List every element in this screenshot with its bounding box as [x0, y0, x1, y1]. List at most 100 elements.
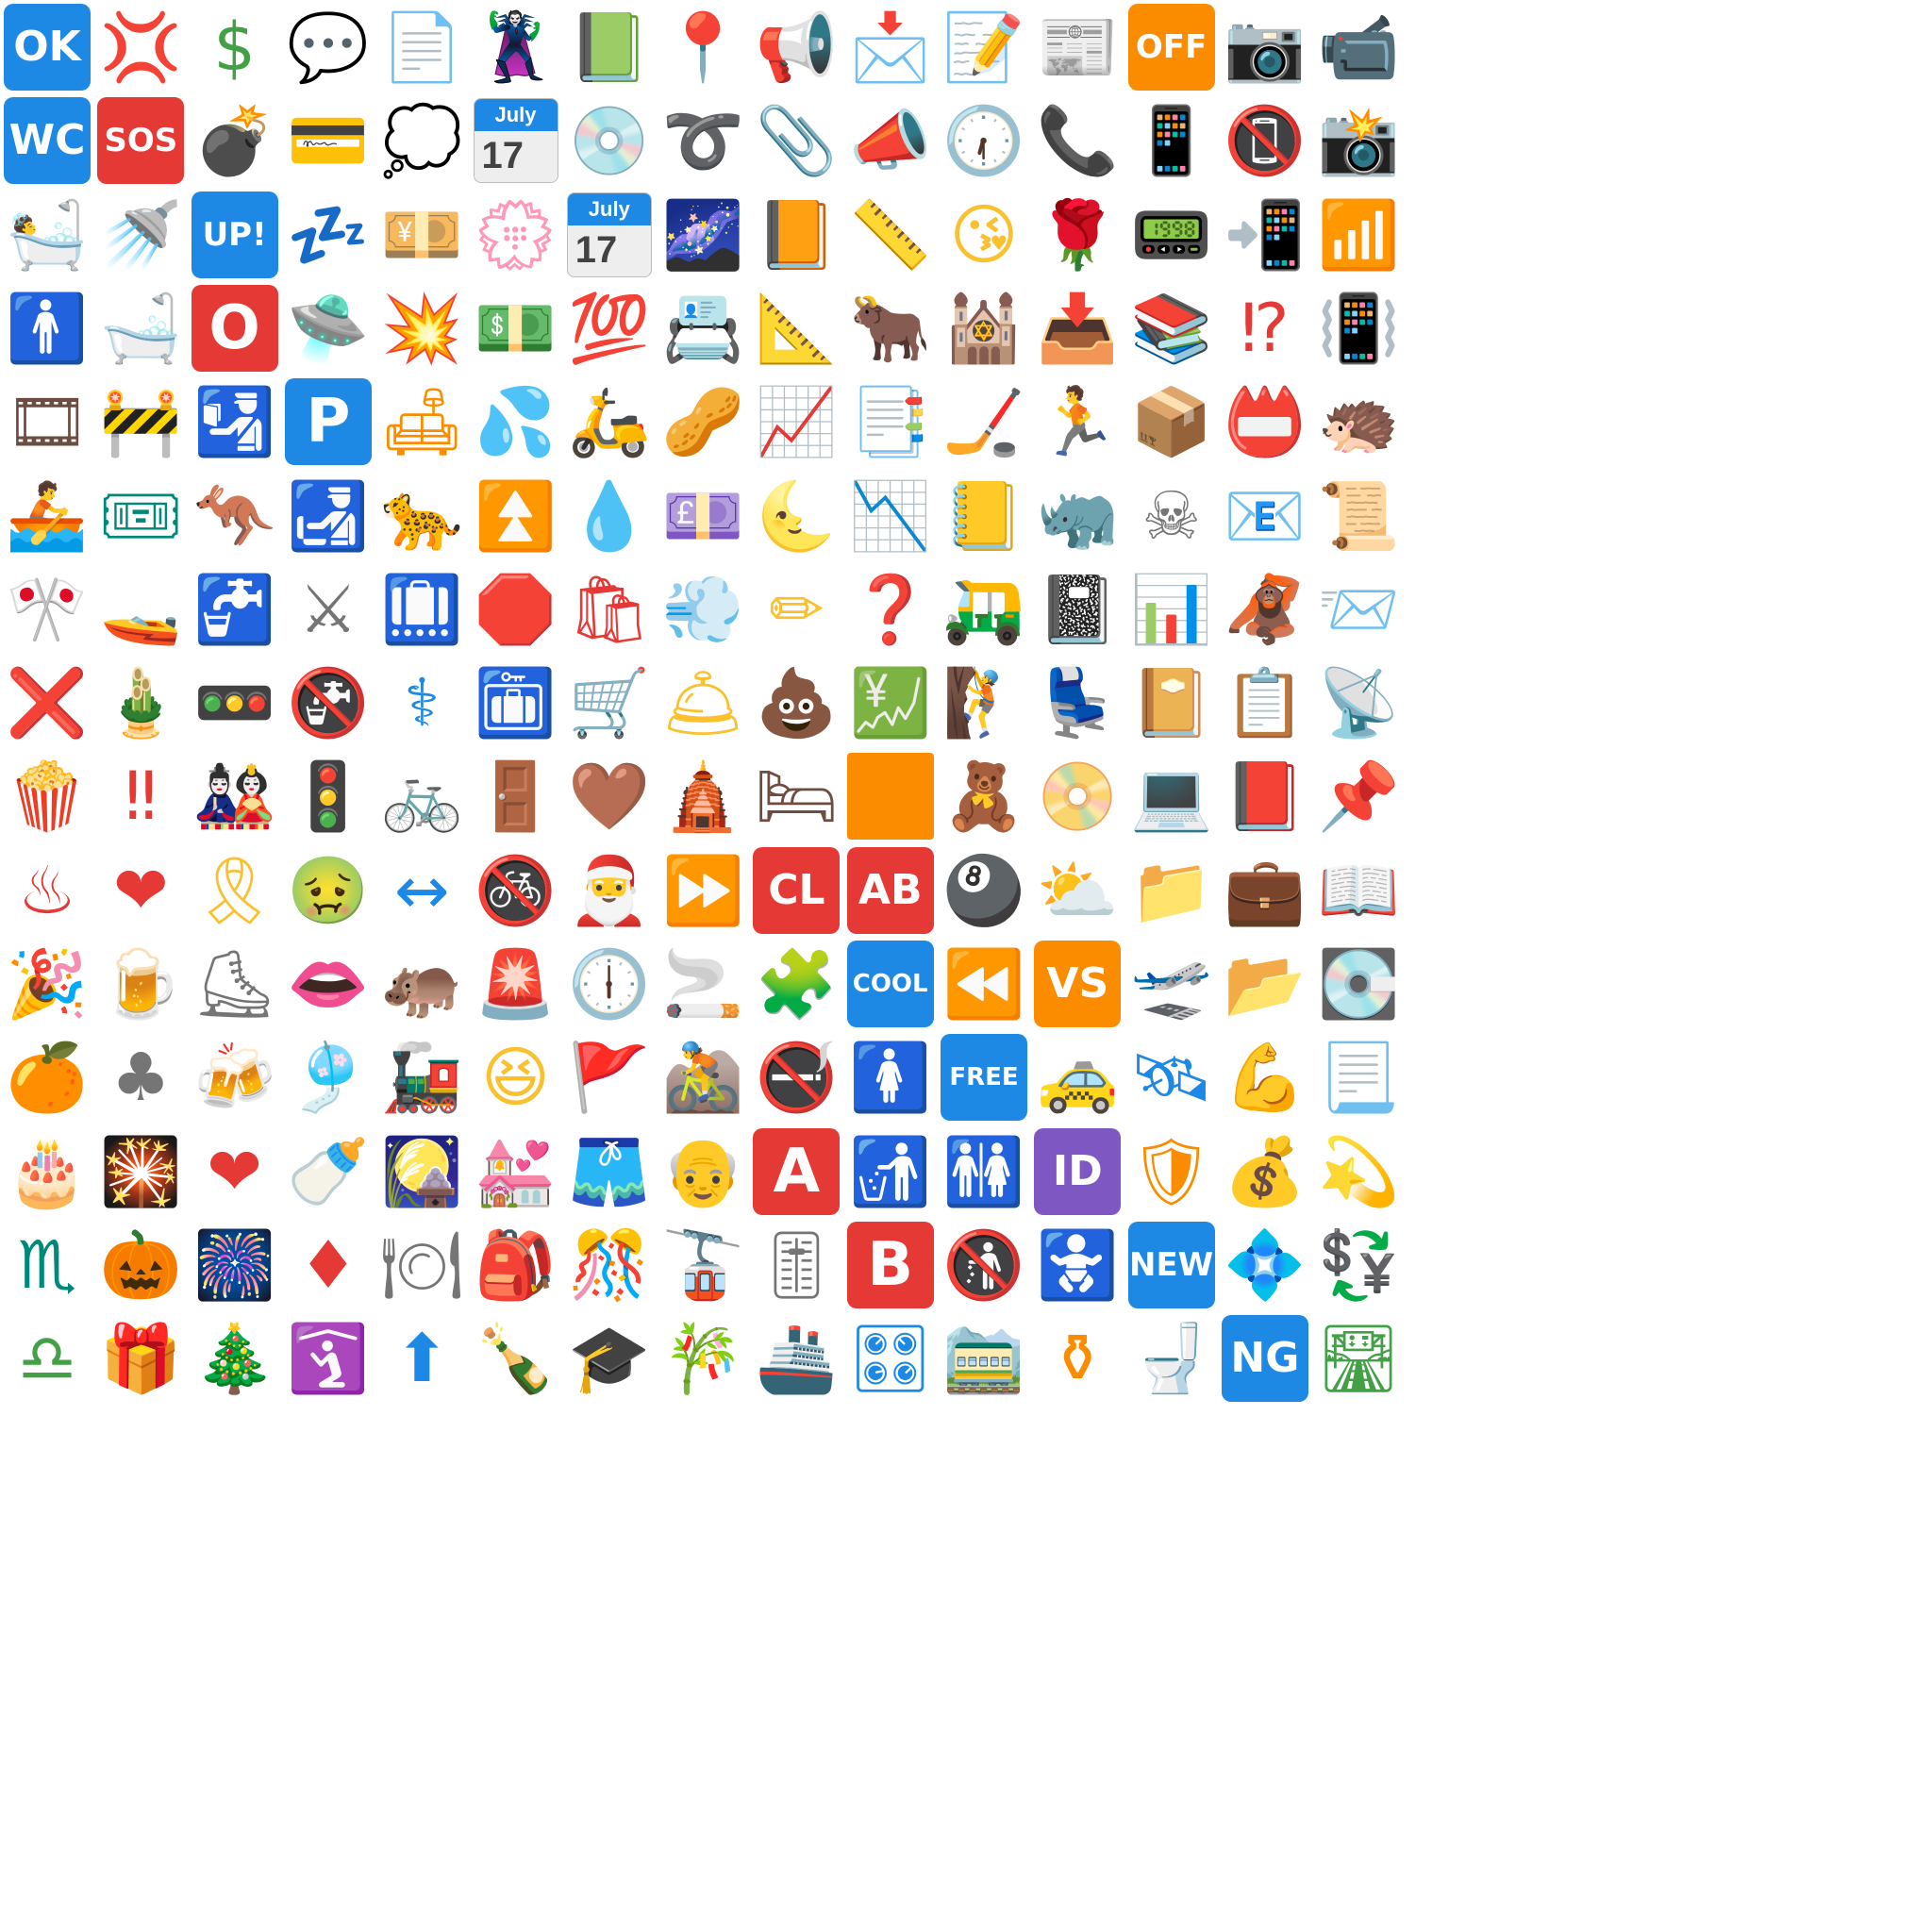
pound-banknote-icon: 💷: [659, 473, 746, 559]
funeral-urn-icon-glyph: ⚱: [1049, 1320, 1106, 1398]
couch-and-lamp-icon: 🛋: [378, 378, 465, 465]
ruler-icon-glyph: 📏: [849, 195, 932, 274]
film-frames-icon-glyph: 🎞: [5, 383, 90, 461]
calendar-icon: July 17: [566, 192, 653, 278]
grinning-squinting-face-icon: 😆: [473, 1034, 559, 1121]
customs-icon: 🛃: [285, 473, 372, 559]
page-icon-glyph: 📄: [380, 8, 463, 86]
ufo-icon-glyph: 🛸: [287, 289, 370, 367]
dashing-away-icon-glyph: 💨: [661, 570, 744, 648]
old-man-icon-glyph: 👴: [661, 1132, 744, 1210]
bottle-popping-cork-icon-glyph: 🍾: [474, 1320, 558, 1398]
teddy-bear-icon-glyph: 🧸: [942, 758, 1025, 836]
page-icon: 📄: [378, 4, 465, 91]
telephone-receiver-icon: 📞: [1034, 97, 1121, 184]
horizontal-traffic-light-icon: 🚥: [192, 659, 278, 746]
ok-button-label: OK: [4, 4, 91, 91]
e-mail-icon: 📧: [1222, 473, 1308, 559]
popcorn-icon-glyph: 🍿: [6, 758, 89, 836]
megaphone-icon: 📢: [753, 4, 840, 91]
taxi-icon: 🚕: [1034, 1034, 1121, 1121]
bookmark-tabs-icon-glyph: 📑: [849, 383, 932, 461]
seat-icon-glyph: 💺: [1036, 664, 1119, 742]
diamond-suit-icon-glyph: ♦: [298, 1225, 358, 1304]
paperclip-icon-glyph: 📎: [755, 102, 838, 180]
ox-icon: 🐂: [847, 285, 934, 372]
milky-way-icon-glyph: 🌌: [661, 195, 744, 274]
nauseated-face-icon: 🤢: [285, 847, 372, 934]
money-bag-icon: 💰: [1222, 1128, 1308, 1215]
medical-symbol-icon-glyph: ⚕: [404, 664, 441, 742]
yen-banknote-icon-glyph: 💴: [380, 195, 463, 274]
person-rowing-boat-icon-glyph: 🚣: [6, 476, 89, 555]
teddy-bear-icon: 🧸: [941, 753, 1027, 840]
nauseated-face-icon-glyph: 🤢: [287, 851, 370, 929]
rose-icon-glyph: 🌹: [1036, 195, 1119, 274]
mountain-railway-icon: 🚞: [941, 1315, 1027, 1402]
zzz-icon-glyph: 💤: [287, 195, 370, 274]
fast-reverse-icon: ⏪: [941, 941, 1027, 1027]
baggage-claim-icon-glyph: 🛄: [380, 570, 463, 648]
mobile-phone-icon: 📱: [1128, 97, 1215, 184]
popcorn-icon: 🍿: [4, 753, 91, 840]
incoming-envelope-icon: 📩: [847, 4, 934, 91]
briefcase-icon-glyph: 💼: [1224, 851, 1307, 929]
pool-8-ball-icon: 🎱: [941, 847, 1027, 934]
bathtub-icon: 🛁: [97, 285, 184, 372]
litter-in-bin-icon: 🚮: [847, 1128, 934, 1215]
libra-icon-glyph: ♎: [17, 1320, 77, 1398]
club-suit-icon: ♣: [97, 1034, 184, 1121]
shower-icon: 🚿: [97, 192, 184, 278]
motorway-icon-glyph: 🛣: [1316, 1320, 1401, 1398]
leopard-icon-glyph: 🐆: [380, 476, 463, 555]
a-button: A: [753, 1127, 841, 1215]
aerial-tramway-icon-glyph: 🚡: [661, 1225, 744, 1304]
fast-up-button-icon: ⏫: [473, 473, 559, 559]
left-luggage-icon-glyph: 🛅: [474, 664, 558, 742]
chart-yen-icon: 💹: [847, 659, 934, 746]
tangerine-icon: 🍊: [4, 1034, 91, 1121]
libra-icon: ♎: [4, 1315, 91, 1402]
camera-flash-icon: 📸: [1315, 97, 1402, 184]
green-book-icon-glyph: 📗: [568, 8, 651, 86]
person-rowing-boat-icon: 🚣: [4, 473, 91, 559]
person-bathing-icon: 🛀: [4, 192, 91, 278]
couch-and-lamp-icon-glyph: 🛋: [379, 383, 464, 461]
open-book-icon-glyph: 📖: [1317, 851, 1400, 929]
books-icon-glyph: 📚: [1130, 289, 1213, 367]
backpack-icon-glyph: 🎒: [474, 1225, 558, 1304]
cl-button: CL: [753, 846, 841, 934]
bomb-icon: 💣: [192, 97, 278, 184]
no-smoking-icon-glyph: 🚭: [755, 1039, 838, 1117]
phone-with-arrow-icon: 📲: [1222, 192, 1308, 278]
tanabata-tree-icon-glyph: 🎋: [661, 1320, 744, 1398]
up-arrow-icon: ⬆: [378, 1315, 465, 1402]
up-button: UP!: [191, 191, 278, 278]
package-icon: 📦: [1128, 378, 1215, 465]
place-of-worship-icon: 🛐: [285, 1315, 372, 1402]
club-suit-icon-glyph: ♣: [110, 1039, 171, 1117]
interrobang-icon: ⁉: [1222, 285, 1308, 372]
open-file-folder-icon: 📂: [1222, 941, 1308, 1027]
mens-room-icon: 🚹: [4, 285, 91, 372]
calendar-icon: July 17: [473, 97, 559, 184]
rhinoceros-icon: 🦏: [1034, 473, 1121, 559]
credit-card-icon-glyph: 💳: [287, 102, 370, 180]
baby-symbol-icon: 🚼: [1034, 1222, 1121, 1308]
left-right-arrow-icon: ↔: [378, 847, 465, 934]
mouth-icon-glyph: 👄: [287, 945, 370, 1023]
chart-increasing-icon: 📈: [753, 378, 840, 465]
off-sign-label: OFF: [1127, 4, 1215, 91]
control-knobs-icon: 🎛: [847, 1315, 934, 1402]
satellite-antenna-icon: 📡: [1315, 659, 1402, 746]
cigarette-icon-glyph: 🚬: [661, 945, 744, 1023]
card-index-icon: 📇: [659, 285, 746, 372]
beer-mug-icon: 🍺: [97, 941, 184, 1027]
bookmark-tabs-icon: 📑: [847, 378, 934, 465]
airplane-departure-icon: 🛫: [1128, 941, 1215, 1027]
film-frames-icon: 🎞: [4, 378, 91, 465]
hedgehog-icon: 🦔: [1315, 378, 1402, 465]
collision-icon: 💥: [378, 285, 465, 372]
funeral-urn-icon: ⚱: [1034, 1315, 1121, 1402]
fireworks-icon: 🎆: [192, 1222, 278, 1308]
